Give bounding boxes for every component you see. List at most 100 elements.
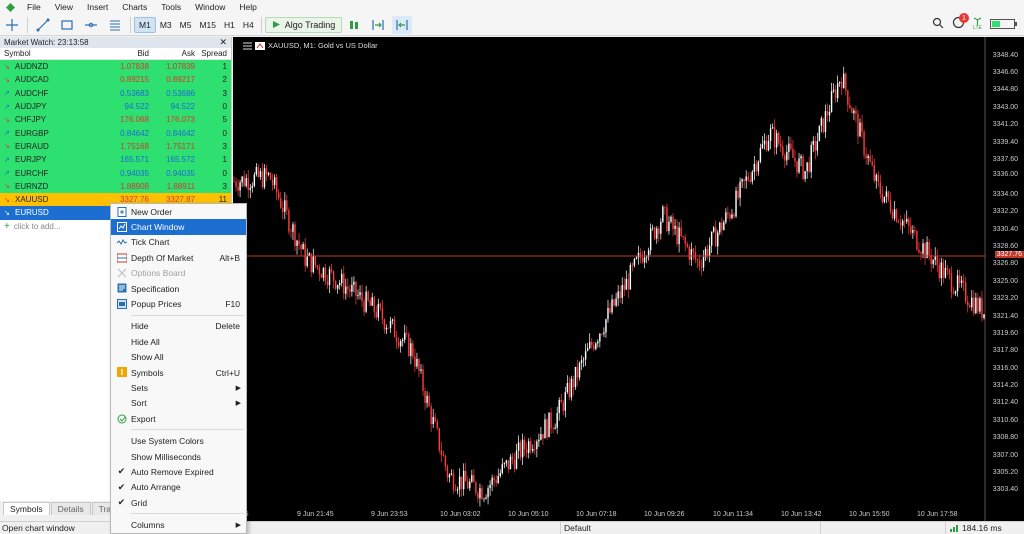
candle-body <box>757 161 760 172</box>
menu-item-new-order[interactable]: New Order <box>111 204 246 219</box>
table-row[interactable]: ↗ EURGBP 0.84642 0.84642 0 <box>0 126 231 140</box>
candle-body <box>834 89 837 99</box>
ask-cell: 1.88911 <box>166 181 195 191</box>
candle-body <box>538 439 540 442</box>
candle-body <box>489 484 491 489</box>
horizontal-line-tool-button[interactable] <box>81 16 101 34</box>
table-row[interactable]: ↘ CHFJPY 176.068 176.073 5 <box>0 113 231 127</box>
candle-body <box>521 439 524 458</box>
crosshair-icon <box>6 18 18 31</box>
table-row[interactable]: ↗ EURCHF 0.94035 0.94035 0 <box>0 166 231 180</box>
header-ask[interactable]: Ask <box>149 49 195 58</box>
menu-help[interactable]: Help <box>232 0 263 14</box>
candle-body <box>897 221 900 223</box>
symbol-name: AUDCHF <box>15 88 49 98</box>
table-row[interactable]: ↘ AUDNZD 1.07838 1.07839 1 <box>0 60 231 74</box>
candle-body <box>822 118 825 133</box>
menu-item-sort[interactable]: Sort ▶ <box>111 396 246 411</box>
header-spread[interactable]: Spread <box>195 49 230 58</box>
menu-view[interactable]: View <box>48 0 80 14</box>
menu-item-specification[interactable]: Specification <box>111 281 246 296</box>
toolbar-right: 1 LTE <box>932 13 1018 31</box>
ask-cell: 0.84642 <box>166 128 195 138</box>
menu-item-grid[interactable]: ✔ Grid <box>111 495 246 510</box>
menu-file[interactable]: File <box>20 0 48 14</box>
tab-symbols[interactable]: Symbols <box>3 502 50 515</box>
candle-body <box>751 171 753 182</box>
status-profile[interactable]: Default <box>560 521 820 534</box>
crosshair-tool-button[interactable] <box>2 16 22 34</box>
fibonacci-tool-button[interactable] <box>105 16 125 34</box>
algo-trading-button[interactable]: Algo Trading <box>264 16 343 33</box>
tick-chart-icon <box>116 237 127 248</box>
candle-body <box>883 196 886 203</box>
candle-body <box>887 191 890 200</box>
app-logo-icon <box>4 1 16 13</box>
timeframe-h4-button[interactable]: H4 <box>239 17 258 33</box>
table-row[interactable]: ↗ AUDJPY 94.522 94.522 0 <box>0 99 231 114</box>
menu-item-hide[interactable]: Hide Delete <box>111 319 246 334</box>
table-row[interactable]: ↗ EURJPY 165.571 165.572 1 <box>0 153 231 167</box>
price-chart[interactable] <box>233 37 1024 521</box>
candle-body <box>428 395 430 407</box>
menu-item-export[interactable]: Export <box>111 411 246 426</box>
chart-window[interactable]: XAUUSD, M1: Gold vs US Dollar 3348.40 334… <box>233 37 1024 521</box>
one-click-trading-button[interactable] <box>344 16 364 34</box>
depth-button[interactable] <box>392 15 413 34</box>
table-row[interactable]: ↘ EURNZD 1.88908 1.88911 3 <box>0 179 231 193</box>
timeframe-m5-button[interactable]: M5 <box>176 17 196 33</box>
bid-cell: 0.94035 <box>120 168 149 178</box>
trendline-tool-button[interactable] <box>33 16 53 34</box>
popup-prices-icon <box>116 298 127 309</box>
menu-item-show-milliseconds[interactable]: Show Milliseconds <box>111 449 246 464</box>
arrow-up-icon: ↗ <box>4 90 10 98</box>
menu-item-auto-remove-expired[interactable]: ✔ Auto Remove Expired <box>111 464 246 479</box>
menu-item-tick-chart[interactable]: Tick Chart <box>111 235 246 250</box>
timeframe-h1-button[interactable]: H1 <box>220 17 239 33</box>
candle-body <box>418 358 420 371</box>
price-tick-label: 3343.00 <box>992 103 1018 111</box>
menu-item-chart-window[interactable]: Chart Window <box>111 219 246 235</box>
menu-tools[interactable]: Tools <box>154 0 188 14</box>
table-row[interactable]: ↘ AUDCAD 0.89215 0.89217 2 <box>0 73 231 87</box>
menu-charts[interactable]: Charts <box>115 0 154 14</box>
menu-item-columns[interactable]: Columns ▶ <box>111 517 246 532</box>
candle-body <box>775 132 778 148</box>
menu-item-symbols[interactable]: Symbols Ctrl+U <box>111 365 246 380</box>
menu-item-show-all[interactable]: Show All <box>111 350 246 365</box>
menu-item-popup-prices[interactable]: Popup Prices F10 <box>111 296 246 311</box>
candle-body <box>889 199 892 212</box>
candle-body <box>570 378 573 398</box>
menu-item-hide-all[interactable]: Hide All <box>111 334 246 349</box>
candle-body <box>371 297 373 306</box>
candle-body <box>971 297 973 308</box>
menu-window[interactable]: Window <box>188 0 232 14</box>
rectangle-icon <box>61 19 73 30</box>
header-bid[interactable]: Bid <box>112 49 149 58</box>
tab-details[interactable]: Details <box>50 502 91 515</box>
chart-type-icon[interactable] <box>255 41 265 50</box>
candle-body <box>282 207 284 212</box>
timeframe-m3-button[interactable]: M3 <box>156 17 176 33</box>
candle-body <box>690 249 693 260</box>
menu-insert[interactable]: Insert <box>80 0 115 14</box>
menu-item-auto-arrange[interactable]: ✔ Auto Arrange <box>111 480 246 495</box>
menu-item-depth-of-market[interactable]: Depth Of Market Alt+B <box>111 250 246 265</box>
connection-status[interactable]: 184.16 ms <box>945 521 1002 534</box>
buy-sell-button[interactable] <box>368 16 388 34</box>
notifications-button[interactable]: 1 <box>952 13 969 31</box>
close-icon[interactable]: ✕ <box>219 37 227 48</box>
candle-body <box>564 391 567 411</box>
timeframe-m15-button[interactable]: M15 <box>195 17 220 33</box>
table-row[interactable]: ↘ EURAUD 1.75168 1.75171 3 <box>0 139 231 154</box>
chart-menu-icon[interactable] <box>243 42 252 50</box>
candle-body <box>712 227 715 232</box>
menu-item-sets[interactable]: Sets ▶ <box>111 380 246 395</box>
symbol-cell: ↗ AUDCHF <box>0 89 112 98</box>
table-row[interactable]: ↗ AUDCHF 0.53683 0.53686 3 <box>0 86 231 100</box>
rectangle-tool-button[interactable] <box>57 16 77 34</box>
header-symbol[interactable]: Symbol <box>0 49 112 58</box>
menu-item-use-system-colors[interactable]: Use System Colors <box>111 433 246 448</box>
search-icon[interactable] <box>932 17 944 31</box>
timeframe-m1-button[interactable]: M1 <box>134 16 156 33</box>
